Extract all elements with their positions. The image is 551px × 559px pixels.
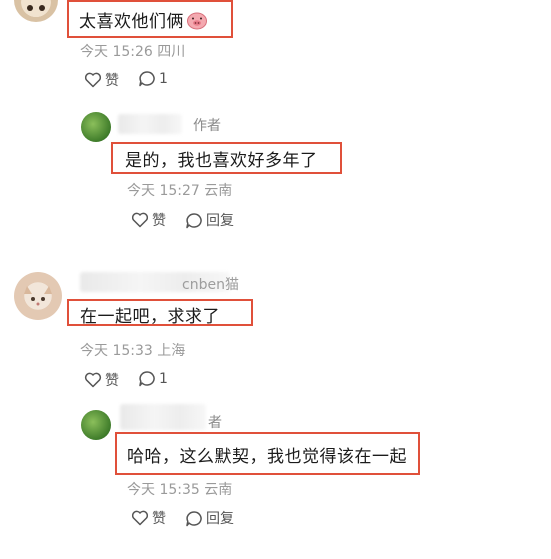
comment-time: 今天 15:26 <box>80 44 153 60</box>
reply-time: 今天 15:35 <box>127 482 200 498</box>
puppy-face-avatar-icon <box>27 5 45 11</box>
comment-bubble-icon <box>139 71 155 87</box>
comment-bubble-icon <box>186 510 202 526</box>
comment-location: 上海 <box>157 343 186 359</box>
like-button[interactable]: 赞 <box>131 508 166 528</box>
username-blurred <box>120 404 206 430</box>
heart-icon <box>131 212 149 228</box>
like-button[interactable]: 赞 <box>131 210 166 230</box>
cat-avatar-icon <box>24 286 52 306</box>
reply-label: 回复 <box>206 213 234 229</box>
pig-face-emoji-icon <box>187 12 207 29</box>
like-label: 赞 <box>152 213 166 229</box>
user-avatar[interactable] <box>14 0 58 22</box>
reply-count-button[interactable]: 1 <box>138 70 168 87</box>
comment-location: 四川 <box>157 44 186 60</box>
comment-time: 今天 15:33 <box>80 343 153 359</box>
heart-icon <box>84 372 102 388</box>
reply-button[interactable]: 回复 <box>185 210 234 230</box>
comment-meta: 今天 15:33 上海 <box>80 340 185 360</box>
author-tag: 者 <box>208 415 222 431</box>
reply-label: 回复 <box>206 511 234 527</box>
reply-button[interactable]: 回复 <box>185 508 234 528</box>
username-blurred <box>118 114 182 134</box>
comment-bubble-icon <box>139 371 155 387</box>
username-fragment: cnben猫 <box>182 277 239 293</box>
reply-meta: 今天 15:35 云南 <box>127 479 232 499</box>
reply-meta: 今天 15:27 云南 <box>127 180 232 200</box>
like-label: 赞 <box>105 373 119 389</box>
reply-count: 1 <box>159 70 168 87</box>
author-tag: 作者 <box>193 118 221 134</box>
heart-icon <box>84 72 102 88</box>
reply-text: 哈哈，这么默契，我也觉得该在一起 <box>127 447 407 467</box>
reply-count: 1 <box>159 370 168 387</box>
author-avatar[interactable] <box>81 410 111 440</box>
like-label: 赞 <box>152 511 166 527</box>
comment-text: 太喜欢他们俩 <box>79 12 184 32</box>
like-label: 赞 <box>105 73 119 89</box>
reply-count-button[interactable]: 1 <box>138 370 168 387</box>
reply-location: 云南 <box>204 482 233 498</box>
heart-icon <box>131 510 149 526</box>
reply-time: 今天 15:27 <box>127 183 200 199</box>
comment-text-row: 太喜欢他们俩 <box>79 7 208 32</box>
comment-meta: 今天 15:26 四川 <box>80 41 185 61</box>
reply-text: 是的，我也喜欢好多年了 <box>125 151 318 171</box>
like-button[interactable]: 赞 <box>84 370 119 390</box>
like-button[interactable]: 赞 <box>84 70 119 90</box>
user-avatar[interactable] <box>14 272 62 320</box>
comment-bubble-icon <box>186 212 202 228</box>
author-avatar[interactable] <box>81 112 111 142</box>
reply-location: 云南 <box>204 183 233 199</box>
comment-text: 在一起吧，求求了 <box>80 307 220 327</box>
